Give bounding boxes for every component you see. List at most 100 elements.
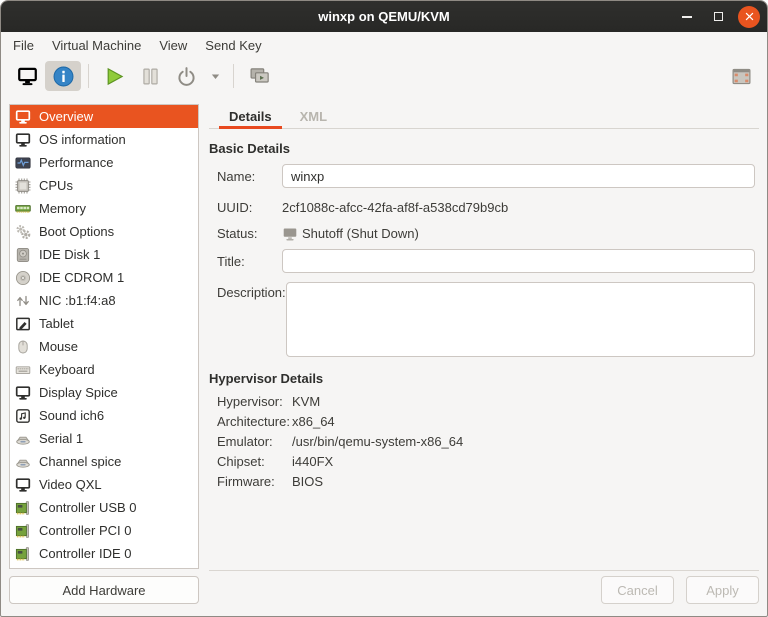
window-title: winxp on QEMU/KVM bbox=[318, 9, 449, 24]
menu-send-key[interactable]: Send Key bbox=[196, 35, 270, 56]
sidebar-item-label: OS information bbox=[39, 132, 126, 147]
toolbar-separator bbox=[233, 64, 234, 88]
sidebar-item-display-spice[interactable]: Display Spice bbox=[10, 381, 198, 404]
sidebar-item-label: Keyboard bbox=[39, 362, 95, 377]
menu-file[interactable]: File bbox=[4, 35, 43, 56]
shutdown-menu-button[interactable] bbox=[204, 61, 226, 91]
pause-vm-button[interactable] bbox=[132, 61, 168, 91]
controller-icon bbox=[15, 569, 31, 570]
sidebar-item-label: IDE CDROM 1 bbox=[39, 270, 124, 285]
description-label: Description: bbox=[217, 282, 286, 300]
sidebar-item-channel-spice[interactable]: Channel spice bbox=[10, 450, 198, 473]
close-icon bbox=[744, 11, 755, 22]
sidebar-item-overview[interactable]: Overview bbox=[10, 105, 198, 128]
status-value-wrap: Shutoff (Shut Down) bbox=[282, 226, 419, 242]
monitor-icon bbox=[15, 385, 31, 401]
hypervisor-row-value: i440FX bbox=[292, 454, 333, 469]
sidebar-item-partial[interactable] bbox=[10, 565, 198, 569]
memory-icon bbox=[15, 201, 31, 217]
sidebar-item-performance[interactable]: Performance bbox=[10, 151, 198, 174]
content: Overview OS information Performance CPUs Mem… bbox=[1, 93, 767, 616]
controller-icon bbox=[15, 500, 31, 516]
sidebar-item-serial-1[interactable]: Serial 1 bbox=[10, 427, 198, 450]
name-label: Name: bbox=[217, 169, 282, 184]
hypervisor-row-architecture: Architecture:x86_64 bbox=[217, 414, 755, 429]
sidebar-item-ide-cdrom-1[interactable]: IDE CDROM 1 bbox=[10, 266, 198, 289]
fullscreen-button[interactable] bbox=[723, 61, 759, 91]
monitor-icon bbox=[15, 109, 31, 125]
sidebar: Overview OS information Performance CPUs Mem… bbox=[9, 104, 199, 604]
footer-actions: Cancel Apply bbox=[209, 570, 759, 604]
sidebar-item-video-qxl[interactable]: Video QXL bbox=[10, 473, 198, 496]
tab-details[interactable]: Details bbox=[219, 104, 282, 129]
pause-icon bbox=[140, 66, 161, 87]
play-icon bbox=[104, 66, 125, 87]
maximize-button[interactable] bbox=[707, 6, 729, 28]
sidebar-item-label: Performance bbox=[39, 155, 113, 170]
minimize-icon bbox=[682, 16, 692, 18]
hypervisor-row-hypervisor: Hypervisor:KVM bbox=[217, 394, 755, 409]
sidebar-item-label: Memory bbox=[39, 201, 86, 216]
manage-vm-windows-button[interactable] bbox=[241, 61, 277, 91]
show-graphical-console-button[interactable] bbox=[9, 61, 45, 91]
title-input[interactable] bbox=[282, 249, 755, 273]
sidebar-item-cpus[interactable]: CPUs bbox=[10, 174, 198, 197]
sidebar-item-controller-ide-0[interactable]: Controller IDE 0 bbox=[10, 542, 198, 565]
hypervisor-rows: Hypervisor:KVMArchitecture:x86_64Emulato… bbox=[217, 394, 755, 489]
description-input[interactable] bbox=[286, 282, 755, 357]
monitor-icon bbox=[17, 66, 38, 87]
cpu-icon bbox=[15, 178, 31, 194]
tablet-icon bbox=[15, 316, 31, 332]
sidebar-item-label: Mouse bbox=[39, 339, 78, 354]
sidebar-item-tablet[interactable]: Tablet bbox=[10, 312, 198, 335]
sidebar-item-sound-ich6[interactable]: Sound ich6 bbox=[10, 404, 198, 427]
hypervisor-row-label: Firmware: bbox=[217, 474, 292, 489]
window-controls bbox=[676, 1, 760, 32]
vm-details-window: winxp on QEMU/KVM FileVirtual MachineVie… bbox=[0, 0, 768, 617]
hypervisor-row-value: KVM bbox=[292, 394, 320, 409]
menu-view[interactable]: View bbox=[150, 35, 196, 56]
sidebar-item-controller-usb-0[interactable]: Controller USB 0 bbox=[10, 496, 198, 519]
sidebar-item-label: Serial 1 bbox=[39, 431, 83, 446]
sidebar-item-label: Controller PCI 0 bbox=[39, 523, 131, 538]
sidebar-item-label: NIC :b1:f4:a8 bbox=[39, 293, 116, 308]
cdrom-icon bbox=[15, 270, 31, 286]
sidebar-item-keyboard[interactable]: Keyboard bbox=[10, 358, 198, 381]
run-vm-button[interactable] bbox=[96, 61, 132, 91]
sidebar-item-controller-pci-0[interactable]: Controller PCI 0 bbox=[10, 519, 198, 542]
add-hardware-button[interactable]: Add Hardware bbox=[9, 576, 199, 604]
power-icon bbox=[176, 66, 197, 87]
minimize-button[interactable] bbox=[676, 6, 698, 28]
menu-virtual-machine[interactable]: Virtual Machine bbox=[43, 35, 150, 56]
status-value: Shutoff (Shut Down) bbox=[302, 226, 419, 241]
sidebar-item-mouse[interactable]: Mouse bbox=[10, 335, 198, 358]
sound-icon bbox=[15, 408, 31, 424]
tab-xml[interactable]: XML bbox=[290, 104, 337, 129]
name-input[interactable] bbox=[282, 164, 755, 188]
hypervisor-row-firmware: Firmware:BIOS bbox=[217, 474, 755, 489]
tab-bar: Details XML bbox=[209, 104, 759, 129]
close-button[interactable] bbox=[738, 6, 760, 28]
sidebar-item-boot-options[interactable]: Boot Options bbox=[10, 220, 198, 243]
sidebar-item-memory[interactable]: Memory bbox=[10, 197, 198, 220]
sidebar-item-label: Tablet bbox=[39, 316, 74, 331]
apply-button[interactable]: Apply bbox=[686, 576, 759, 604]
fullscreen-icon bbox=[731, 66, 752, 87]
show-details-button[interactable] bbox=[45, 61, 81, 91]
sidebar-item-os-information[interactable]: OS information bbox=[10, 128, 198, 151]
uuid-row: UUID: 2cf1088c-afcc-42fa-af8f-a538cd79b9… bbox=[217, 197, 755, 218]
sidebar-item-label: Video QXL bbox=[39, 477, 102, 492]
controller-icon bbox=[15, 546, 31, 562]
shutdown-vm-button[interactable] bbox=[168, 61, 204, 91]
controller-icon bbox=[15, 523, 31, 539]
cancel-button[interactable]: Cancel bbox=[601, 576, 674, 604]
dual-monitor-icon bbox=[249, 66, 270, 87]
hypervisor-row-value: x86_64 bbox=[292, 414, 335, 429]
sidebar-item-label: Controller USB 0 bbox=[39, 500, 137, 515]
sidebar-item-ide-disk-1[interactable]: IDE Disk 1 bbox=[10, 243, 198, 266]
details-content: Basic Details Name: UUID: 2cf1088c-afcc-… bbox=[209, 129, 759, 570]
status-row: Status: Shutoff (Shut Down) bbox=[217, 223, 755, 244]
hypervisor-row-value: BIOS bbox=[292, 474, 323, 489]
titlebar[interactable]: winxp on QEMU/KVM bbox=[1, 1, 767, 32]
sidebar-item-nic-b1-f4-a8[interactable]: NIC :b1:f4:a8 bbox=[10, 289, 198, 312]
